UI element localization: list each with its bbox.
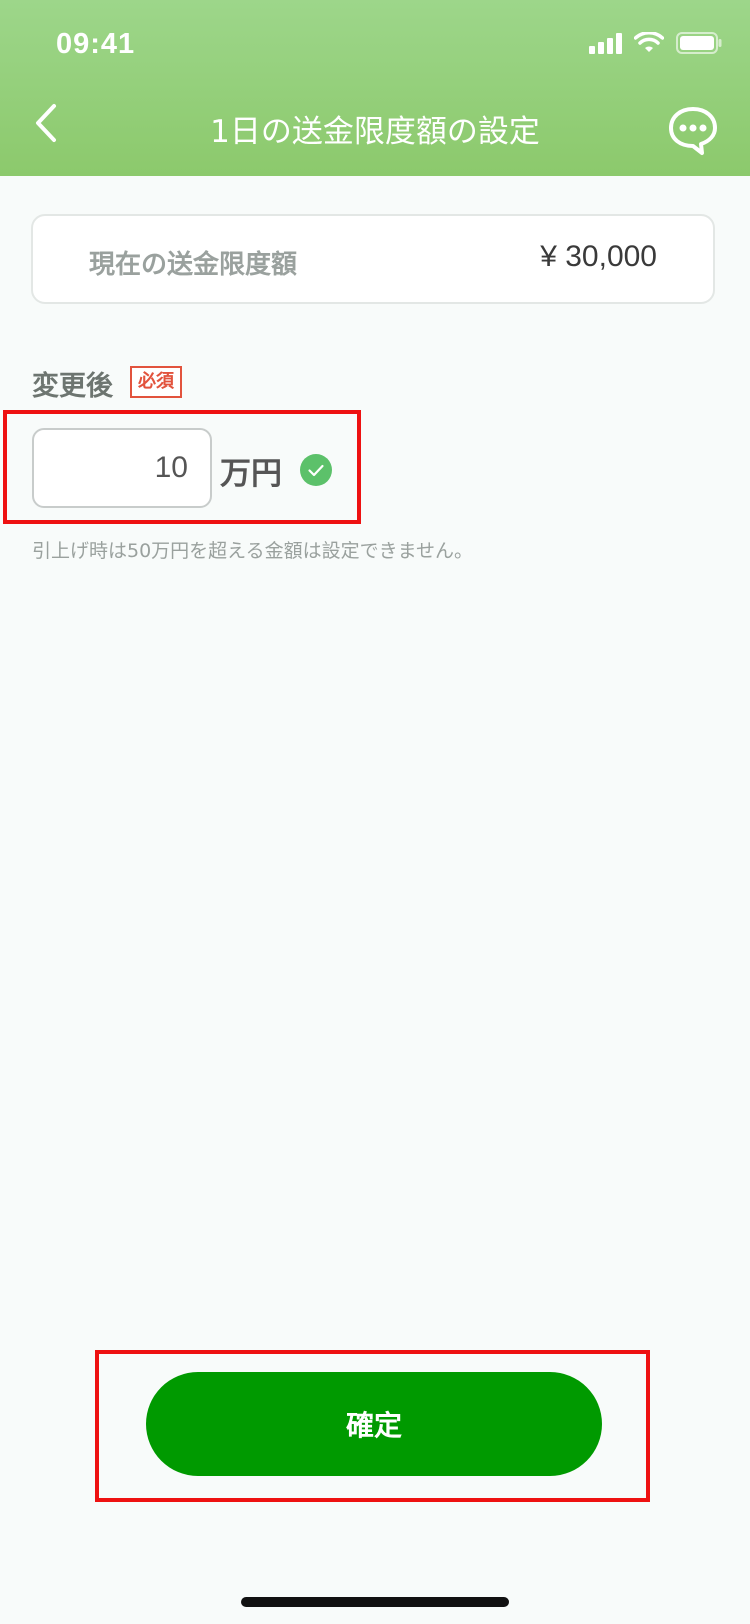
limit-hint: 引上げ時は50万円を超える金額は設定できません。 xyxy=(32,540,474,562)
chat-bubble-icon xyxy=(669,107,717,155)
new-limit-input[interactable] xyxy=(32,428,212,508)
chat-button[interactable] xyxy=(666,104,720,158)
confirm-button[interactable]: 確定 xyxy=(146,1372,602,1476)
page-title: 1日の送金限度額の設定 xyxy=(210,114,540,150)
current-limit-label: 現在の送金限度額 xyxy=(89,250,298,280)
check-circle-icon xyxy=(300,454,332,486)
unit-label: 万円 xyxy=(220,456,282,492)
current-limit-card: 現在の送金限度額 ¥ 30,000 xyxy=(31,214,715,304)
battery-icon xyxy=(676,32,722,54)
cellular-signal-icon xyxy=(589,32,622,54)
wifi-icon xyxy=(634,32,664,54)
app-header: 09:41 1日の送金限度額の設定 xyxy=(0,0,750,176)
status-time: 09:41 xyxy=(56,28,136,60)
new-limit-label: 変更後 xyxy=(32,371,113,402)
status-icons xyxy=(589,32,722,54)
required-badge: 必須 xyxy=(130,366,182,398)
home-indicator xyxy=(241,1597,509,1607)
current-limit-value: ¥ 30,000 xyxy=(540,240,657,273)
